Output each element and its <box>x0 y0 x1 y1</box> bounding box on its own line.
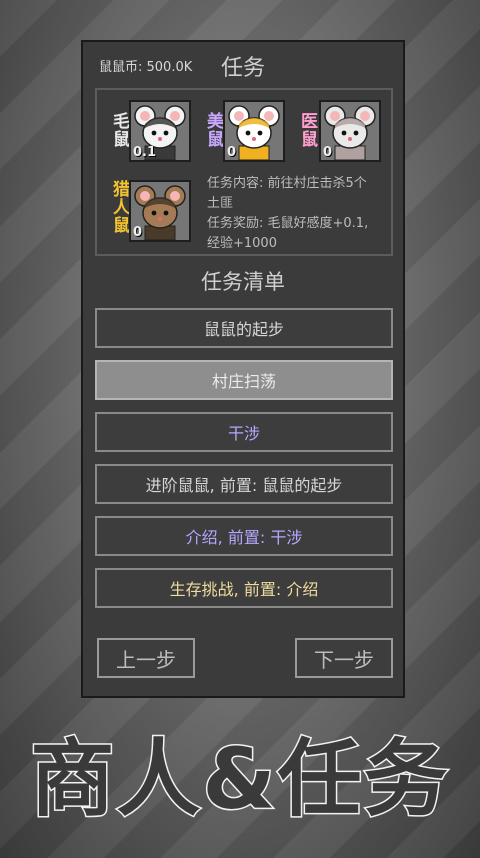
task-item-label: 村庄扫荡 <box>211 372 276 391</box>
task-item-label: 干涉 <box>227 424 260 443</box>
task-item[interactable]: 鼠鼠的起步 <box>95 308 393 348</box>
party-level-3: 0 <box>133 225 143 240</box>
task-item-label: 鼠鼠的起步 <box>203 320 284 339</box>
task-item[interactable]: 进阶鼠鼠, 前置: 鼠鼠的起步 <box>95 464 393 504</box>
party-level-0: 0.1 <box>133 145 157 160</box>
quest-panel: 任务 鼠鼠币: 500.0K 毛鼠 0.1 美鼠 0 医鼠 0 猎人鼠 0 任务… <box>81 40 405 698</box>
party-portrait-3[interactable]: 0 <box>129 180 191 242</box>
next-button[interactable]: 下一步 <box>295 638 393 678</box>
task-content: 任务内容: 前往村庄击杀5个土匪 <box>207 176 367 211</box>
party-portrait-0[interactable]: 0.1 <box>129 100 191 162</box>
task-info: 任务内容: 前往村庄击杀5个土匪 任务奖励: 毛鼠好感度+0.1, 经验+100… <box>207 174 377 254</box>
party-level-2: 0 <box>323 145 333 160</box>
task-item[interactable]: 介绍, 前置: 干涉 <box>95 516 393 556</box>
task-item[interactable]: 村庄扫荡 <box>95 360 393 400</box>
currency-display: 鼠鼠币: 500.0K <box>99 60 193 75</box>
promo-banner: 商人&任务 <box>29 729 450 830</box>
party-portrait-2[interactable]: 0 <box>319 100 381 162</box>
task-reward: 任务奖励: 毛鼠好感度+0.1, 经验+1000 <box>207 216 369 251</box>
party-level-1: 0 <box>227 145 237 160</box>
prev-button[interactable]: 上一步 <box>97 638 195 678</box>
party-portrait-1[interactable]: 0 <box>223 100 285 162</box>
task-list-title: 任务清单 <box>201 270 285 294</box>
task-item-label: 生存挑战, 前置: 介绍 <box>169 580 319 599</box>
task-item[interactable]: 生存挑战, 前置: 介绍 <box>95 568 393 608</box>
party-member-name-2: 医鼠 <box>297 112 317 148</box>
task-item-label: 介绍, 前置: 干涉 <box>185 528 303 547</box>
task-item-label: 进阶鼠鼠, 前置: 鼠鼠的起步 <box>145 476 343 495</box>
task-item[interactable]: 干涉 <box>95 412 393 452</box>
